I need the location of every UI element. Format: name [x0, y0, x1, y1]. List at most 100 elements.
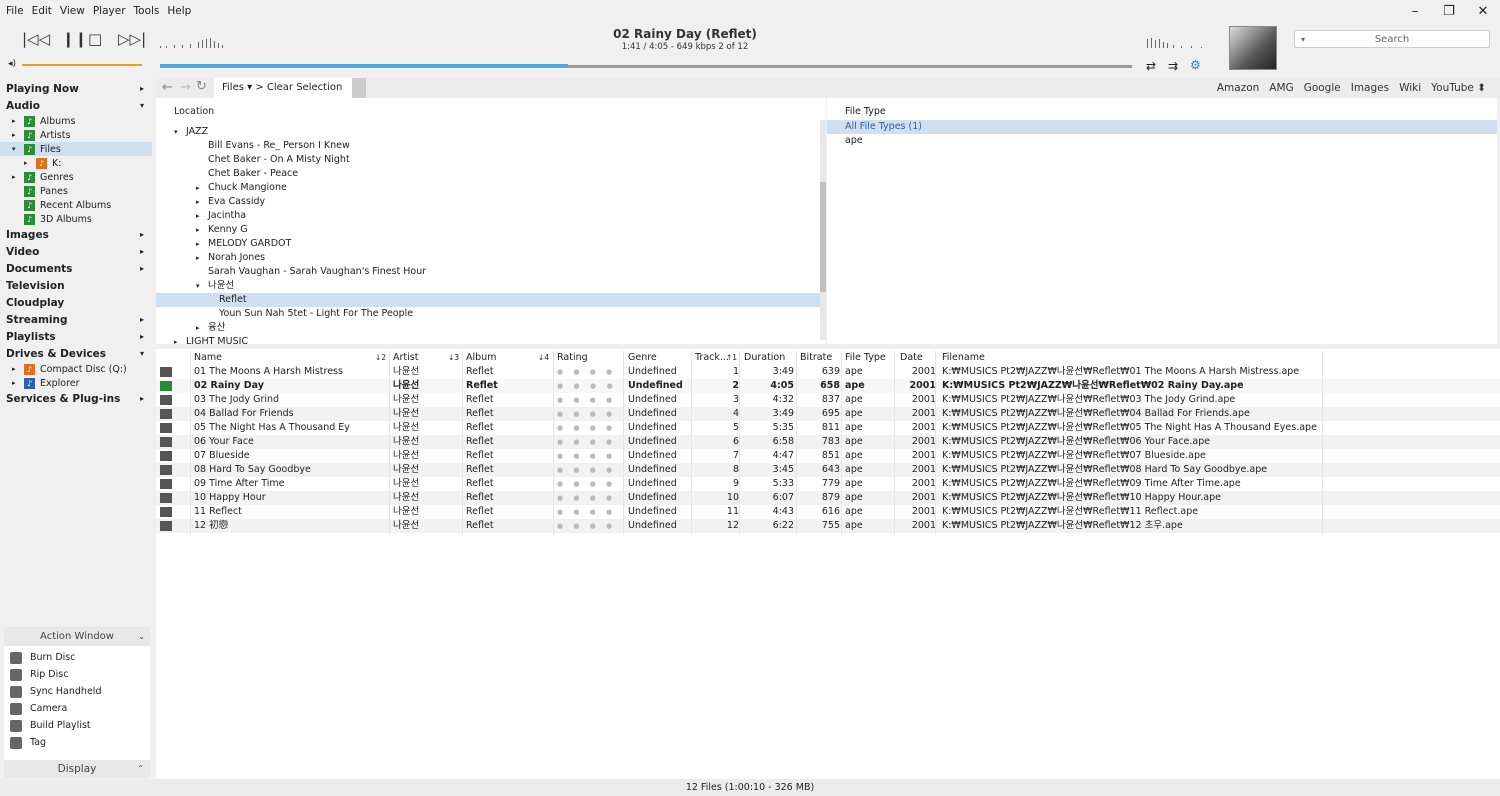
menu-player[interactable]: Player — [93, 5, 126, 17]
column-duration[interactable]: Duration — [744, 351, 785, 365]
sidebar-item-genres[interactable]: ▸ ♪ Genres — [0, 170, 152, 184]
expand-arrow-icon[interactable]: ▸ — [24, 159, 28, 167]
pause-button[interactable]: ❙❙ — [62, 30, 87, 48]
column-name[interactable]: Name — [194, 351, 222, 365]
expand-arrow-icon[interactable]: ▸ — [196, 251, 200, 265]
location-item[interactable]: ▸ Chuck Mangione — [156, 181, 826, 195]
link-1[interactable]: AMG — [1269, 82, 1293, 94]
menu-edit[interactable]: Edit — [32, 5, 52, 17]
close-button[interactable]: ✕ — [1466, 0, 1500, 22]
link-4[interactable]: Wiki — [1399, 82, 1421, 94]
expand-arrow-icon[interactable]: ▸ — [12, 365, 16, 373]
maximize-button[interactable]: ❐ — [1432, 0, 1466, 22]
table-row[interactable]: 05 The Night Has A Thousand Ey 나윤선 Reflet ●… — [156, 421, 1500, 435]
collapse-icon[interactable]: ⌄ — [138, 627, 145, 646]
expand-arrow-icon[interactable]: ▸ — [196, 237, 200, 251]
expand-arrow-icon[interactable]: ▸ — [12, 173, 16, 181]
location-item[interactable]: ▸ Eva Cassidy — [156, 195, 826, 209]
link-2[interactable]: Google — [1304, 82, 1341, 94]
sidebar-section[interactable]: Documents ▸ — [0, 260, 152, 277]
sidebar-item-artists[interactable]: ▸ ♪ Artists — [0, 128, 152, 142]
table-row[interactable]: 08 Hard To Say Goodbye 나윤선 Reflet ● ● ● ● ●… — [156, 463, 1500, 477]
search-input[interactable]: ▾ Search — [1294, 30, 1490, 48]
expand-arrow-icon[interactable]: ▸ — [196, 181, 200, 195]
album-art[interactable] — [1229, 26, 1277, 70]
location-item[interactable]: ▸ Kenny G — [156, 223, 826, 237]
column-date[interactable]: Date — [900, 351, 923, 365]
column-rating[interactable]: Rating — [557, 351, 588, 365]
volume-slider[interactable] — [22, 64, 142, 66]
cell-rating[interactable]: ● ● ● ● ● — [557, 449, 617, 463]
sidebar-item-panes[interactable]: ♪ Panes — [0, 184, 152, 198]
action-sync-handheld[interactable]: Sync Handheld — [4, 683, 150, 700]
column-artist-sort[interactable]: ↓3 — [448, 351, 459, 365]
cell-rating[interactable]: ● ● ● ● ● — [557, 407, 617, 421]
link-0[interactable]: Amazon — [1217, 82, 1259, 94]
table-row[interactable]: 11 Reflect 나윤선 Reflet ● ● ● ● ● Undefined 11 4… — [156, 505, 1500, 519]
column-genre[interactable]: Genre — [628, 351, 657, 365]
column-track-sort[interactable]: ↑1 — [726, 351, 737, 365]
location-item[interactable]: Reflet — [156, 293, 826, 307]
previous-track-button[interactable]: |◁◁ — [22, 30, 50, 48]
arrow-icon[interactable]: ▸ — [140, 315, 144, 324]
cell-rating[interactable]: ● ● ● ● ● — [557, 519, 617, 533]
menu-file[interactable]: File — [6, 5, 24, 17]
expand-arrow-icon[interactable]: ▾ — [12, 145, 16, 153]
location-item[interactable]: ▸ Norah Jones — [156, 251, 826, 265]
file-type-item[interactable]: All File Types (1) — [827, 120, 1497, 134]
files-breadcrumb-tab[interactable]: Files ▾ > Clear Selection — [214, 78, 352, 98]
display-button[interactable]: Display ⌃ — [4, 760, 150, 778]
action-camera[interactable]: Camera — [4, 700, 150, 717]
location-scrollbar-thumb[interactable] — [820, 182, 826, 292]
location-item[interactable]: ▾ 나윤선 — [156, 279, 826, 293]
sidebar-section[interactable]: Playing Now ▸ — [0, 80, 152, 97]
table-row[interactable]: 12 初戀 나윤선 Reflet ● ● ● ● ● Undefined 12 6:22 75… — [156, 519, 1500, 533]
menu-help[interactable]: Help — [167, 5, 191, 17]
location-item[interactable]: ▾ JAZZ — [156, 125, 826, 139]
column-artist[interactable]: Artist — [393, 351, 418, 365]
sidebar-section[interactable]: Streaming ▸ — [0, 311, 152, 328]
sidebar-section[interactable]: Drives & Devices ▾ — [0, 345, 152, 362]
column-filename[interactable]: Filename — [942, 351, 985, 365]
next-track-button[interactable]: ▷▷| — [118, 30, 146, 48]
column-album-sort[interactable]: ↓4 — [538, 351, 549, 365]
action-tag[interactable]: Tag — [4, 734, 150, 751]
cell-rating[interactable]: ● ● ● ● ● — [557, 435, 617, 449]
table-row[interactable]: 06 Your Face 나윤선 Reflet ● ● ● ● ● Undefined 6… — [156, 435, 1500, 449]
location-item[interactable]: ▸ 융산 — [156, 321, 826, 335]
sidebar-item-recent-albums[interactable]: ♪ Recent Albums — [0, 198, 152, 212]
column-track[interactable]: Track... — [695, 351, 729, 365]
expand-arrow-icon[interactable]: ▸ — [196, 195, 200, 209]
back-arrow-icon[interactable]: ← — [162, 80, 173, 95]
arrow-icon[interactable]: ▸ — [140, 332, 144, 341]
sidebar-item-files[interactable]: ▾ ♪ Files — [0, 142, 152, 156]
sidebar-item-albums[interactable]: ▸ ♪ Albums — [0, 114, 152, 128]
column-name-sort[interactable]: ↓2 — [375, 351, 386, 365]
cell-rating[interactable]: ● ● ● ● ● — [557, 505, 617, 519]
arrow-icon[interactable]: ▸ — [140, 230, 144, 239]
arrow-icon[interactable]: ▸ — [140, 394, 144, 403]
table-row[interactable]: 07 Blueside 나윤선 Reflet ● ● ● ● ● Undefined 7 4… — [156, 449, 1500, 463]
cell-rating[interactable]: ● ● ● ● ● — [557, 477, 617, 491]
cell-rating[interactable]: ● ● ● ● ● — [557, 379, 617, 393]
volume-icon[interactable]: ◂) — [8, 59, 16, 69]
column-bitrate[interactable]: Bitrate — [800, 351, 832, 365]
sidebar-section[interactable]: Cloudplay — [0, 294, 152, 311]
sidebar-item-3d-albums[interactable]: ♪ 3D Albums — [0, 212, 152, 226]
action-build-playlist[interactable]: Build Playlist — [4, 717, 150, 734]
table-row[interactable]: 10 Happy Hour 나윤선 Reflet ● ● ● ● ● Undefined… — [156, 491, 1500, 505]
table-row[interactable]: 02 Rainy Day 나윤선 Reflet ● ● ● ● ● Undefined 2… — [156, 379, 1500, 393]
search-dropdown-icon[interactable]: ▾ — [1301, 31, 1305, 48]
expand-arrow-icon[interactable]: ▸ — [174, 335, 178, 349]
arrow-icon[interactable]: ▸ — [140, 264, 144, 273]
cell-rating[interactable]: ● ● ● ● ● — [557, 463, 617, 477]
cell-rating[interactable]: ● ● ● ● ● — [557, 421, 617, 435]
expand-arrow-icon[interactable]: ▸ — [12, 117, 16, 125]
link-3[interactable]: Images — [1351, 82, 1389, 94]
sidebar-section[interactable]: Audio ▾ — [0, 97, 152, 114]
action-window-header[interactable]: Action Window ⌄ — [4, 627, 150, 646]
sidebar-section[interactable]: Playlists ▸ — [0, 328, 152, 345]
expand-arrow-icon[interactable]: ▾ — [174, 125, 178, 139]
refresh-icon[interactable]: ↻ — [196, 79, 207, 94]
expand-arrow-icon[interactable]: ▸ — [196, 223, 200, 237]
